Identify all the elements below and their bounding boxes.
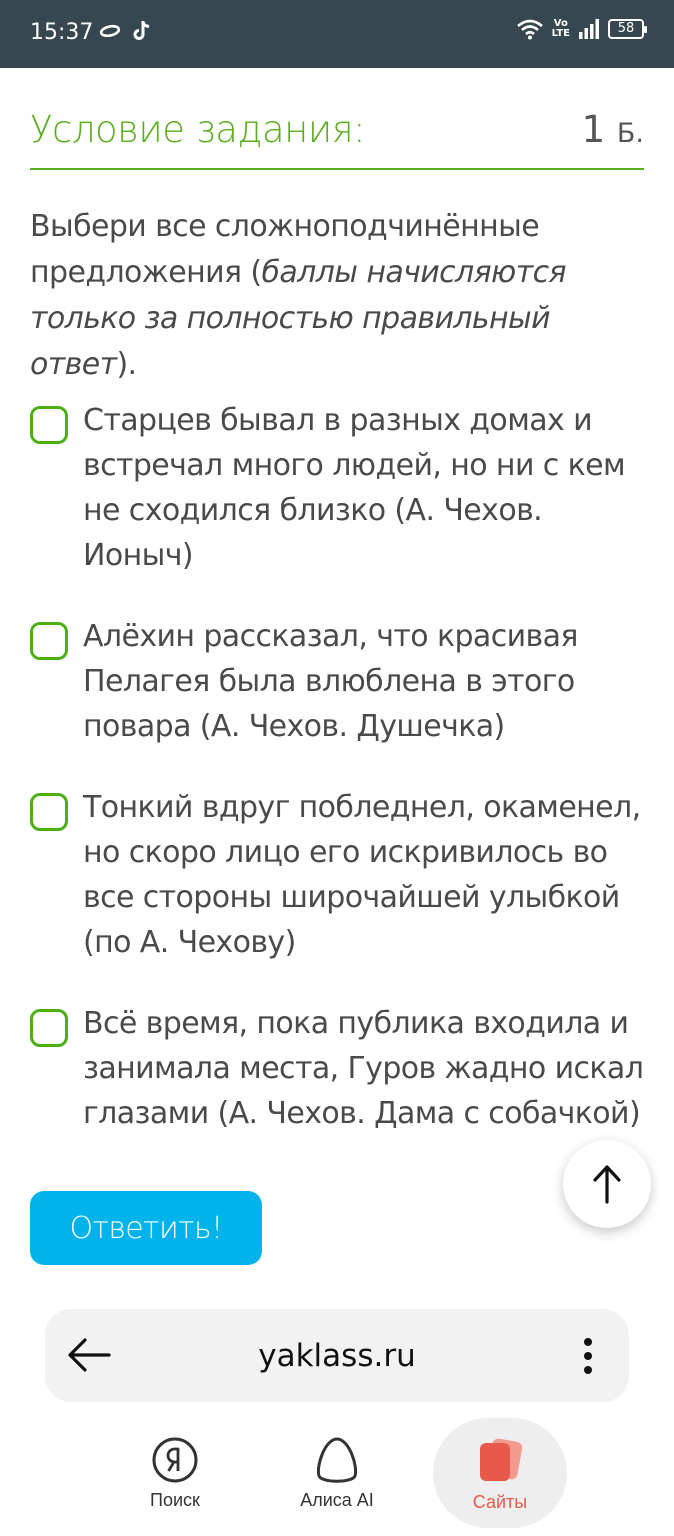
nav-label: Сайты <box>472 1492 528 1512</box>
nav-label: Алиса AI <box>300 1490 374 1510</box>
signal-icon <box>579 19 599 39</box>
status-left-icons <box>98 20 152 42</box>
status-time: 15:37 <box>30 20 94 45</box>
back-arrow-icon[interactable] <box>67 1335 111 1375</box>
option-text[interactable]: Тонкий вдруг побледнел, окаменел, но ско… <box>83 785 644 965</box>
url-text[interactable]: yaklass.ru <box>45 1309 629 1402</box>
nav-item-search[interactable]: Поиск <box>108 1418 242 1528</box>
status-right-icons: Vo LTE 58 <box>516 18 647 40</box>
task-question: Выбери все сложноподчинённые предложения… <box>30 204 644 388</box>
yandex-search-icon <box>152 1437 198 1483</box>
task-points-value: 1 <box>581 108 606 151</box>
option-text[interactable]: Алёхин рассказал, что красивая Пелагея б… <box>83 614 644 749</box>
more-menu-icon[interactable] <box>583 1337 593 1375</box>
option-text[interactable]: Старцев бывал в разных домах и встречал … <box>83 398 644 578</box>
answer-option[interactable]: Всё время, пока публика входила и занима… <box>30 1006 644 1136</box>
volte-icon: Vo LTE <box>551 18 570 39</box>
answer-option[interactable]: Старцев бывал в разных домах и встречал … <box>30 403 644 578</box>
battery-indicator: 58 <box>608 19 647 39</box>
answer-options: Старцев бывал в разных домах и встречал … <box>30 403 644 1178</box>
task-points-unit: Б. <box>616 118 644 149</box>
sites-icon <box>480 1438 523 1481</box>
task-question-end: ). <box>116 347 137 382</box>
bottom-navigation: Поиск Алиса AI Сайты <box>0 1418 674 1536</box>
option-checkbox[interactable] <box>30 406 68 444</box>
ring-icon <box>99 24 121 38</box>
nav-label: Поиск <box>150 1490 200 1510</box>
option-checkbox[interactable] <box>30 1009 68 1047</box>
task-title: Условие задания: <box>30 108 366 151</box>
nav-item-alice[interactable]: Алиса AI <box>270 1418 404 1528</box>
option-checkbox[interactable] <box>30 793 68 831</box>
answer-option[interactable]: Тонкий вдруг побледнел, окаменел, но ско… <box>30 790 644 965</box>
browser-address-bar[interactable]: yaklass.ru <box>45 1309 629 1402</box>
nav-item-sites[interactable]: Сайты <box>433 1418 567 1528</box>
scroll-to-top-button[interactable] <box>563 1140 651 1228</box>
status-bar: 15:37 Vo LTE 58 <box>0 0 674 68</box>
option-text[interactable]: Всё время, пока публика входила и занима… <box>83 1001 644 1136</box>
alice-icon <box>316 1437 358 1483</box>
answer-option[interactable]: Алёхин рассказал, что красивая Пелагея б… <box>30 619 644 749</box>
wifi-icon <box>516 19 543 40</box>
arrow-up-icon <box>593 1165 621 1204</box>
task-header: Условие задания: 1 Б. <box>30 108 644 170</box>
option-checkbox[interactable] <box>30 622 68 660</box>
tiktok-icon <box>133 21 150 40</box>
answer-button[interactable]: Ответить! <box>30 1191 262 1265</box>
task-points: 1 Б. <box>582 108 644 151</box>
